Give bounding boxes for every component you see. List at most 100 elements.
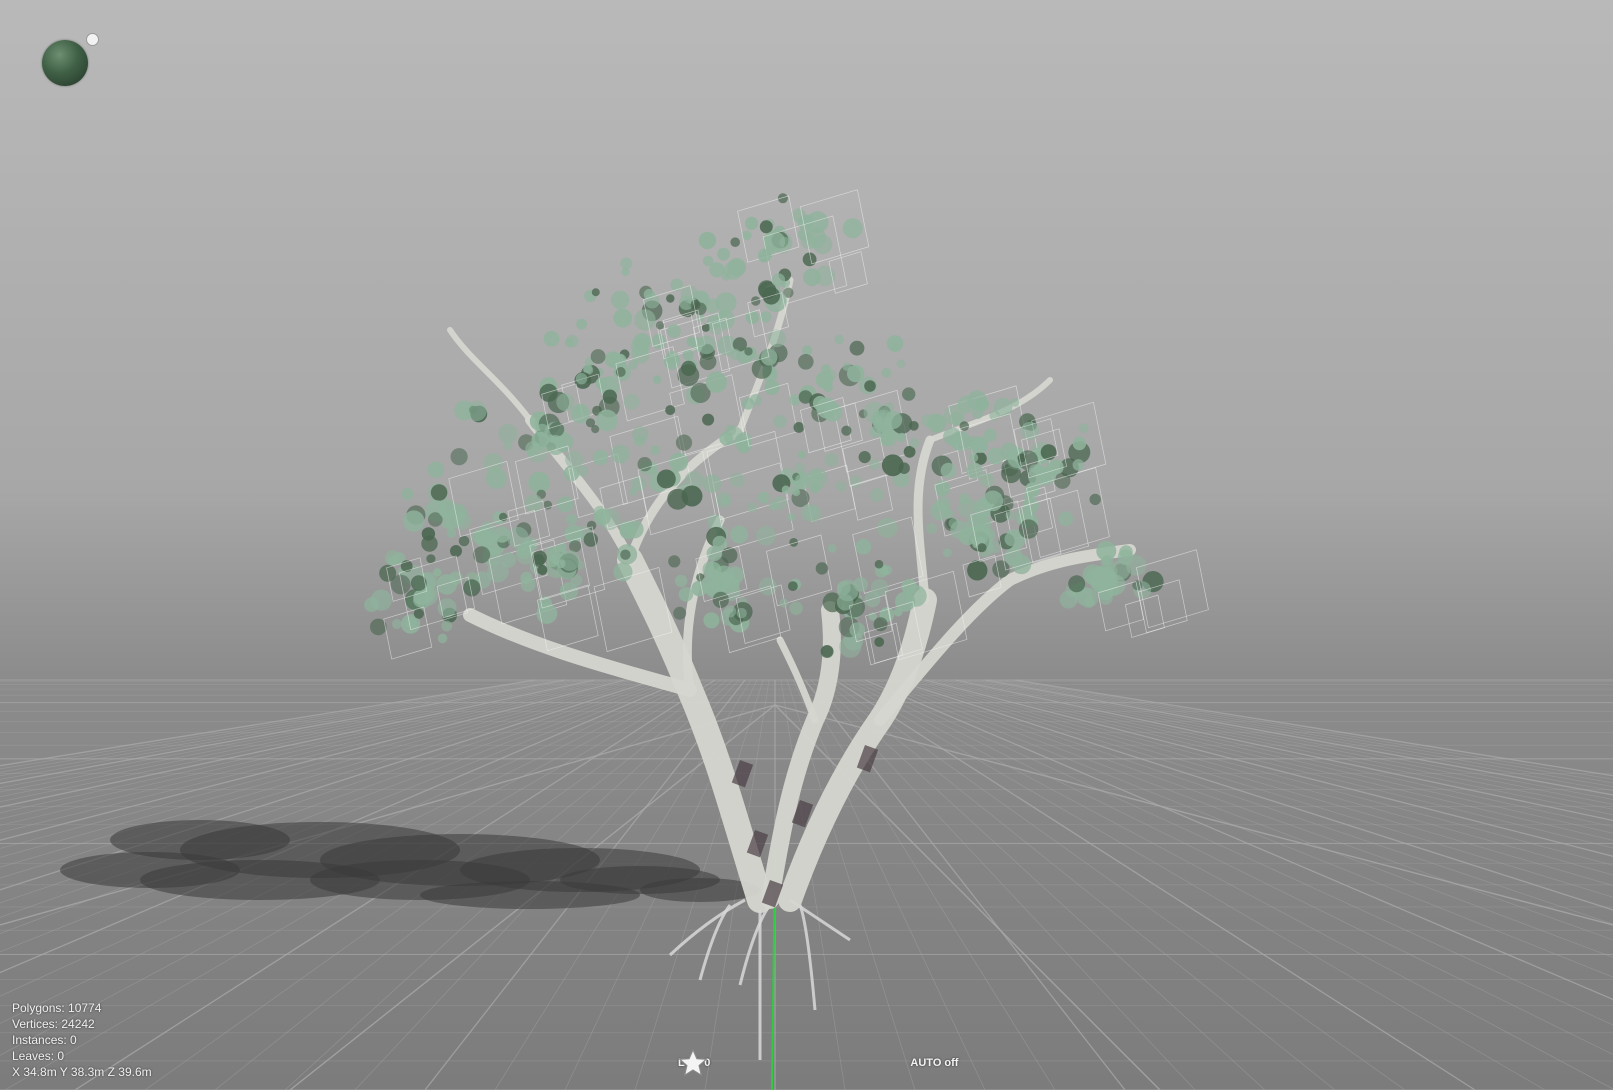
leaf-cluster: [430, 484, 448, 501]
leaf-cluster: [835, 480, 847, 492]
leaf-cluster: [823, 382, 833, 393]
leaf-cluster: [771, 273, 786, 287]
leaf-cluster: [902, 387, 916, 401]
tree-model-scene[interactable]: [0, 0, 1613, 1090]
leaf-cluster: [549, 421, 565, 437]
leaf-cluster: [1011, 554, 1032, 575]
leaf-cluster: [1058, 511, 1074, 527]
leaf-cluster: [628, 360, 638, 370]
leaf-cluster: [450, 545, 462, 557]
leaf-cluster: [803, 268, 821, 287]
light-handle-icon[interactable]: [86, 33, 99, 46]
leaf-cluster: [724, 605, 737, 618]
leaf-cluster: [788, 581, 798, 591]
leaf-cluster: [769, 501, 778, 511]
leaf-cluster: [881, 367, 892, 378]
leaf-cluster: [971, 436, 989, 454]
leaf-cluster: [794, 463, 806, 475]
leaf-card-wireframe: [1124, 594, 1165, 638]
leaf-cluster: [974, 397, 990, 412]
leaf-cluster: [1072, 459, 1085, 471]
leaf-cluster: [1078, 423, 1089, 434]
sun-sphere-icon[interactable]: [42, 40, 88, 86]
leaf-cluster: [625, 520, 644, 539]
lod-star-1-icon[interactable]: [678, 1048, 756, 1078]
leaf-cluster: [1010, 398, 1020, 407]
3d-viewport[interactable]: Polygons: 10774 Vertices: 24242 Instance…: [0, 0, 1613, 1090]
leaf-cluster: [613, 308, 633, 328]
leaf-cluster: [744, 347, 753, 356]
light-direction-gizmo[interactable]: [42, 33, 99, 86]
lod-star-4-icon[interactable]: [678, 1048, 864, 1078]
leaf-cluster: [935, 496, 951, 512]
leaf-cluster: [897, 432, 907, 443]
leaf-cluster: [815, 562, 829, 575]
leaf-cluster: [966, 462, 983, 479]
leaf-cluster: [559, 550, 581, 571]
leaf-cluster: [789, 601, 803, 615]
leaf-cluster: [390, 574, 411, 595]
leaf-cluster: [757, 491, 770, 504]
leaf-cluster: [566, 513, 578, 525]
leaf-cluster: [623, 393, 640, 410]
leaf-cluster: [884, 410, 903, 430]
leaf-cluster: [751, 296, 761, 306]
leaf-cluster: [841, 425, 852, 436]
leaf-cluster: [909, 438, 920, 448]
leaf-cluster: [1072, 436, 1087, 451]
leaf-cluster: [650, 445, 661, 456]
leaf-cluster: [544, 546, 560, 561]
leaf-cluster: [634, 309, 656, 331]
leaf-cluster: [556, 393, 575, 412]
scene-statistics: Polygons: 10774 Vertices: 24242 Instance…: [12, 1000, 152, 1080]
leaf-cluster: [500, 552, 517, 568]
leaf-cluster: [730, 237, 740, 247]
leaf-cluster: [621, 267, 630, 276]
leaf-cluster: [869, 458, 880, 470]
leaf-cluster: [591, 288, 600, 297]
leaf-cluster: [787, 513, 796, 521]
instance-count: Instances: 0: [12, 1033, 77, 1047]
lod-star-5-icon[interactable]: [678, 1048, 900, 1078]
leaf-cluster: [793, 422, 805, 433]
leaf-cluster: [675, 434, 693, 451]
leaf-cluster: [893, 607, 903, 617]
leaf-cluster: [874, 637, 885, 647]
leaf-cluster: [670, 278, 684, 292]
lod-star-3-icon[interactable]: [678, 1048, 828, 1078]
leaf-cluster: [421, 527, 436, 541]
leaf-cluster: [756, 525, 776, 546]
leaf-cluster: [667, 488, 689, 510]
lod-star-2-icon[interactable]: [678, 1048, 792, 1078]
leaf-cluster: [730, 525, 749, 544]
leaf-cluster: [781, 485, 791, 494]
leaf-cluster: [779, 598, 789, 608]
leaf-cluster: [849, 340, 865, 356]
leaf-cluster: [633, 435, 646, 448]
leaf-cluster: [576, 318, 587, 330]
leaf-cluster: [1068, 575, 1086, 593]
leaf-cluster: [590, 349, 606, 364]
leaf-cluster: [698, 231, 717, 250]
leaf-cluster: [824, 452, 839, 467]
leaf-cluster: [870, 488, 884, 502]
leaf-cluster: [798, 354, 814, 370]
leaf-cluster: [673, 606, 687, 620]
leaf-cluster: [709, 262, 725, 278]
leaf-cluster: [613, 562, 633, 582]
leaf-cluster: [742, 230, 752, 241]
leaf-cluster: [855, 538, 872, 555]
leaf-cluster: [702, 474, 722, 493]
leaf-cluster: [719, 431, 733, 446]
leaf-cluster: [1098, 585, 1114, 601]
leaf-cluster: [880, 430, 897, 447]
leaf-cluster: [712, 535, 728, 551]
leaf-cluster: [594, 508, 611, 526]
lod-selector: LOD 0 AUTO off: [678, 1048, 958, 1078]
leaf-cluster: [536, 603, 558, 624]
lod-auto-toggle[interactable]: AUTO off: [910, 1057, 958, 1069]
leaf-cluster: [466, 400, 487, 422]
leaf-cluster: [539, 383, 558, 402]
leaf-cluster: [668, 555, 681, 568]
leaf-cluster: [992, 560, 1010, 578]
